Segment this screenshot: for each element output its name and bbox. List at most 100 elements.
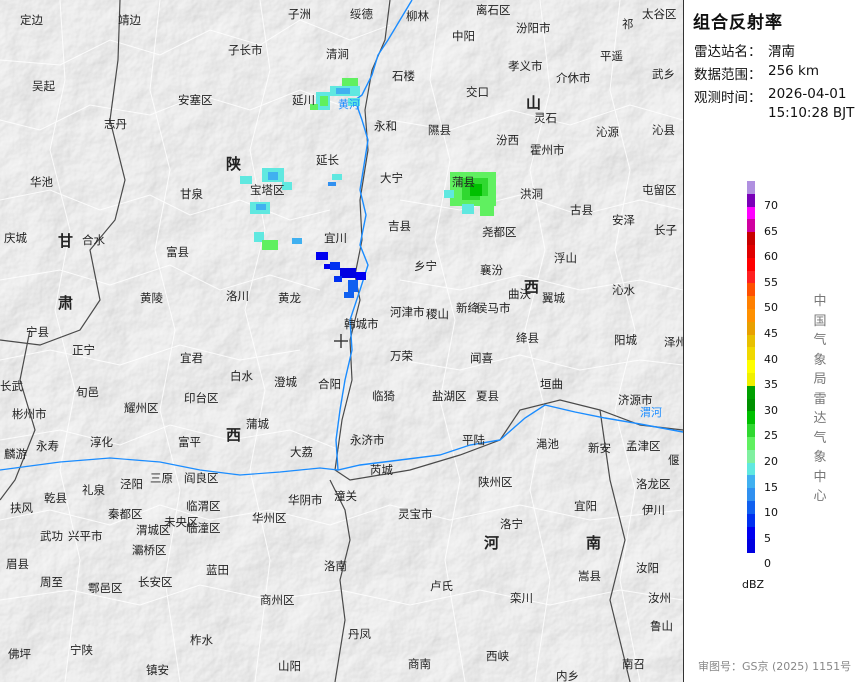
river-label-yellow: 黄河 [338,98,360,111]
place-label: 阳城 [614,333,637,347]
range-value: 256 km [768,63,820,79]
place-label: 长安区 [138,575,173,589]
legend-swatch [747,283,755,297]
place-label: 济源市 [618,393,653,407]
place-label: 偃 [668,453,680,467]
place-label: 甘泉 [180,187,203,201]
place-label: 柞水 [190,633,213,647]
place-label: 汾阳市 [516,21,551,35]
place-label: 宁县 [26,325,49,339]
place-label: 浮山 [554,251,577,265]
legend-swatch [747,501,755,515]
place-label: 稷山 [426,307,449,321]
place-label: 盐湖区 [432,389,467,403]
legend-swatch [747,462,755,476]
legend-swatch [747,321,755,336]
legend-label: 65 [764,224,778,238]
place-label: 山阳 [278,659,301,673]
place-label: 吴起 [32,79,55,93]
place-label: 内乡 [556,669,579,682]
legend-swatch [747,181,755,195]
place-label: 商州区 [260,593,295,607]
legend-swatch [747,424,755,438]
place-label: 武功 [40,529,63,543]
legend-swatch [747,385,755,400]
place-label: 乡宁 [414,259,437,273]
product-title: 组合反射率 [693,13,783,33]
place-label: 宜君 [180,351,203,365]
legend-swatch [747,411,755,425]
place-label: 大荔 [290,445,313,459]
legend-swatch [747,193,755,208]
place-label: 三原 [150,471,173,485]
legend-label: 10 [764,506,778,520]
agency-name: 中国气象局雷达气象中心 [813,294,827,504]
place-label: 隰县 [428,123,451,137]
place-label: 镇安 [146,663,169,677]
legend-label: 20 [764,455,778,468]
province-label: 肃 [58,294,74,312]
place-label: 靖边 [118,13,141,27]
place-label: 华州区 [252,511,287,525]
time-row: 观测时间： 2026-04-01 [694,86,846,106]
place-label: 延川 [292,93,315,107]
place-label: 屯留区 [642,183,677,197]
legend-swatch [747,309,755,323]
time-label: 观测时间： [694,90,762,106]
legend-swatch [747,232,755,246]
legend-swatch [747,360,755,374]
place-label: 新安 [588,441,611,455]
place-label: 绛县 [516,331,539,345]
place-label: 沁县 [652,123,675,137]
place-label: 安泽 [612,213,635,227]
place-label: 蒲城 [246,417,269,431]
place-label: 石楼 [392,69,415,83]
place-label: 兴平市 [68,529,103,543]
place-label: 安塞区 [178,93,213,107]
place-label: 临猗 [372,389,395,403]
legend-label: 5 [764,531,771,545]
legend-swatch [747,334,755,348]
place-label: 合水 [82,233,105,247]
place-label: 太谷区 [642,7,677,21]
range-row: 数据范围： 256 km [694,63,819,83]
place-label: 礼泉 [82,483,105,497]
place-label: 河津市 [390,305,425,319]
legend-label: 25 [764,429,778,443]
province-label: 河 [484,534,500,552]
place-label: 临潼区 [186,521,221,535]
legend-swatch [747,296,755,310]
legend-swatch [747,398,755,412]
place-label: 韩城市 [344,317,379,331]
legend-swatch [747,206,755,220]
time-clock: 15:10:28 BJT [768,105,855,121]
place-label: 宜川 [324,231,347,245]
place-label: 富县 [166,245,189,259]
place-label: 嵩县 [578,569,601,583]
place-label: 蒲县 [452,175,475,189]
place-label: 渑池 [536,437,559,451]
legend-swatch [747,539,755,553]
place-label: 定边 [20,13,43,27]
place-label: 侯马市 [476,301,511,315]
place-label: 商南 [408,657,431,671]
place-label: 闻喜 [470,351,493,365]
place-label: 淳化 [90,435,113,449]
place-label: 富平 [178,435,201,449]
place-label: 沁源 [596,125,619,139]
place-label: 佛坪 [8,647,31,661]
place-label: 周至 [40,575,63,589]
place-label: 卢氏 [430,579,453,593]
legend-swatch [747,488,755,502]
province-label: 西 [226,426,242,444]
place-label: 鲁山 [650,619,673,633]
station-row: 雷达站名： 渭南 [694,40,795,60]
legend-swatch [747,347,755,361]
legend-swatch [747,270,755,284]
radar-map[interactable]: 黄河 渭河 山 西 陕 西 甘 肃 河 南 定边 靖边 子洲 绥德 柳林 离石区… [0,0,683,682]
place-label: 古县 [570,203,593,217]
place-label: 正宁 [72,343,95,357]
place-label: 襄汾 [480,263,503,277]
range-label: 数据范围： [694,67,762,83]
place-label: 陕州区 [478,475,513,489]
